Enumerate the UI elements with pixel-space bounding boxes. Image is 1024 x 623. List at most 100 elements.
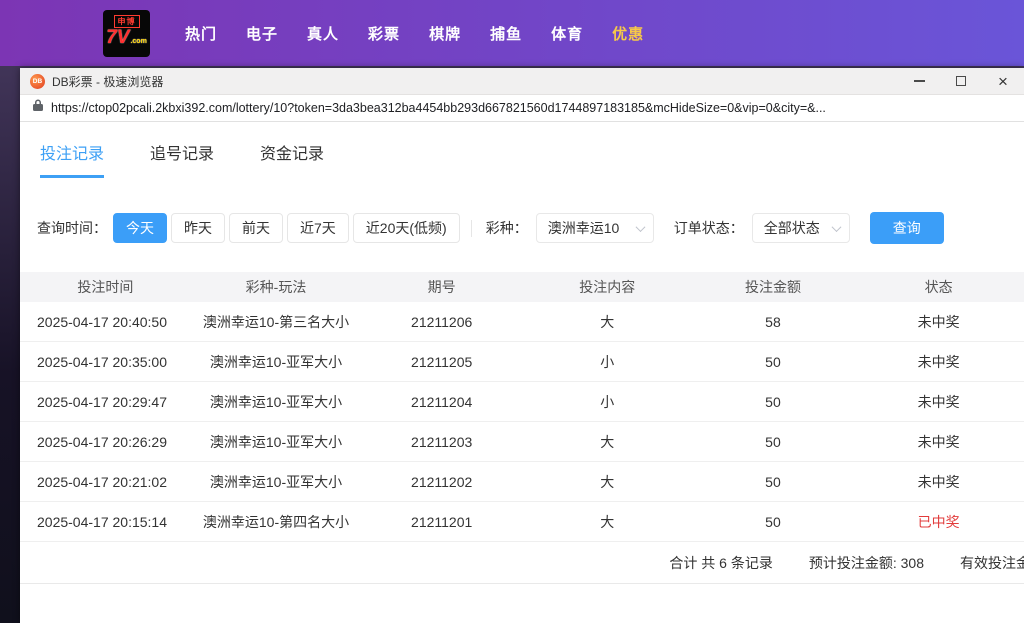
- favicon-icon: DB: [30, 73, 45, 89]
- screen: 申博 7V.com 热门 电子 真人 彩票 棋牌 捕鱼 体育 优惠 DB DB彩票 - 极速浏…: [0, 0, 1024, 623]
- cell-status: 未中奖: [917, 393, 960, 410]
- cell-status: 未中奖: [917, 313, 960, 330]
- time-filter-button[interactable]: 前天: [229, 213, 283, 243]
- nav-item-label: 热门: [185, 25, 218, 43]
- filter-bar: 查询时间： 今天 昨天 前天 近7天 近20天(低频) 彩种： 澳洲幸运10 订单状态：…: [37, 212, 1024, 244]
- cell-bet-time: 2025-04-17 20:35:00: [37, 353, 167, 370]
- lottery-select[interactable]: 澳洲幸运10: [535, 213, 654, 243]
- minimize-icon: [913, 80, 925, 82]
- cell-status: 未中奖: [917, 473, 960, 490]
- cell-bet-content: 大: [600, 313, 615, 330]
- nav-item-label: 体育: [551, 25, 584, 43]
- cell-bet-amount: 50: [765, 513, 781, 530]
- address-bar[interactable]: https://ctop02pcali.2kbxi392.com/lottery…: [20, 95, 1024, 122]
- cell-game-play: 澳洲幸运10-第四名大小: [202, 513, 350, 530]
- nav-item[interactable]: 体育: [551, 23, 583, 44]
- table-row: 2025-04-17 20:29:47 澳洲幸运10-亚军大小 21211204…: [20, 382, 1024, 422]
- site-logo[interactable]: 申博 7V.com: [103, 9, 150, 57]
- nav-item[interactable]: 优惠: [612, 23, 644, 44]
- time-filter-button[interactable]: 近7天: [287, 213, 349, 243]
- nav-item[interactable]: 捕鱼: [490, 23, 522, 44]
- chevron-down-icon: [635, 221, 646, 232]
- nav-item-label: 捕鱼: [490, 25, 523, 43]
- cell-bet-amount: 50: [765, 473, 781, 490]
- table-row: 2025-04-17 20:15:14 澳洲幸运10-第四名大小 2121120…: [20, 502, 1024, 542]
- browser-window: DB DB彩票 - 极速浏览器 × https://ctop02pcali.2k…: [20, 68, 1024, 623]
- cell-bet-amount: 50: [765, 433, 781, 450]
- record-tab[interactable]: 投注记录: [40, 140, 105, 178]
- nav-item-label: 棋牌: [429, 25, 462, 43]
- cell-issue-number: 21211201: [411, 513, 473, 530]
- table-header-cell: 投注金额: [744, 279, 801, 295]
- chevron-down-icon: [831, 221, 842, 232]
- page-content: 投注记录 追号记录 资金记录 查询时间： 今天 昨天 前天 近7天 近20天(低频) 彩种：…: [20, 122, 1024, 623]
- close-button[interactable]: ×: [982, 68, 1024, 94]
- cell-bet-time: 2025-04-17 20:15:14: [37, 513, 167, 530]
- cell-bet-amount: 50: [765, 353, 781, 370]
- nav-item-label: 真人: [307, 25, 340, 43]
- browser-titlebar: DB DB彩票 - 极速浏览器 ×: [20, 68, 1024, 95]
- nav-item-label: 彩票: [368, 25, 401, 43]
- nav-item-label: 优惠: [612, 25, 645, 43]
- time-filter-button[interactable]: 今天: [113, 213, 167, 243]
- cell-issue-number: 21211203: [411, 433, 473, 450]
- cell-game-play: 澳洲幸运10-亚军大小: [209, 353, 343, 370]
- cell-bet-content: 小: [600, 393, 615, 410]
- time-filter-button[interactable]: 昨天: [171, 213, 225, 243]
- time-filter-button[interactable]: 近20天(低频): [352, 213, 460, 243]
- table-row: 2025-04-17 20:26:29 澳洲幸运10-亚军大小 21211203…: [20, 422, 1024, 462]
- nav-item[interactable]: 真人: [307, 23, 339, 44]
- cell-status: 已中奖: [917, 513, 960, 530]
- order-status-filter-label: 订单状态：: [673, 220, 744, 236]
- cell-status: 未中奖: [917, 433, 960, 450]
- table-header-cell: 期号: [427, 279, 456, 295]
- order-status-select[interactable]: 全部状态: [751, 213, 850, 243]
- table-header-row: 投注时间 彩种-玩法 期号 投注内容 投注金额 状态: [20, 272, 1024, 302]
- cell-bet-content: 大: [600, 473, 615, 490]
- lottery-filter-label: 彩种：: [485, 220, 528, 236]
- window-title: DB彩票 - 极速浏览器: [52, 74, 164, 89]
- cell-game-play: 澳洲幸运10-第三名大小: [202, 313, 350, 330]
- summary-item: 有效投注金: [960, 554, 1024, 571]
- record-tabs: 投注记录 追号记录 资金记录: [20, 122, 1024, 178]
- summary-item: 合计 共 6 条记录: [669, 554, 773, 571]
- bet-record-table: 投注时间 彩种-玩法 期号 投注内容 投注金额 状态 2025-04-17 20:40:5…: [20, 272, 1024, 542]
- cell-bet-content: 大: [600, 513, 615, 530]
- table-header-cell: 投注时间: [77, 279, 134, 295]
- summary-item: 预计投注金额: 308: [808, 554, 924, 571]
- table-row: 2025-04-17 20:21:02 澳洲幸运10-亚军大小 21211202…: [20, 462, 1024, 502]
- cell-bet-time: 2025-04-17 20:26:29: [37, 433, 167, 450]
- cell-bet-content: 小: [600, 353, 615, 370]
- maximize-icon: [956, 76, 966, 86]
- filter-divider: [470, 219, 472, 237]
- record-tab[interactable]: 追号记录: [150, 140, 214, 178]
- nav-item[interactable]: 彩票: [368, 23, 400, 44]
- nav-item-label: 电子: [246, 25, 279, 43]
- cell-issue-number: 21211205: [411, 353, 473, 370]
- cell-bet-time: 2025-04-17 20:21:02: [37, 473, 167, 490]
- search-button[interactable]: 查询: [869, 212, 944, 244]
- cell-issue-number: 21211204: [411, 393, 473, 410]
- close-icon: ×: [998, 71, 1008, 91]
- cell-game-play: 澳洲幸运10-亚军大小: [209, 473, 343, 490]
- table-body: 2025-04-17 20:40:50 澳洲幸运10-第三名大小 2121120…: [20, 302, 1024, 542]
- site-header: 申博 7V.com 热门 电子 真人 彩票 棋牌 捕鱼 体育 优惠: [0, 0, 1024, 66]
- lottery-select-value: 澳洲幸运10: [547, 220, 620, 236]
- lock-icon: [33, 99, 43, 117]
- cell-status: 未中奖: [917, 353, 960, 370]
- nav-item[interactable]: 热门: [185, 23, 217, 44]
- window-controls: ×: [898, 68, 1024, 94]
- nav-item[interactable]: 棋牌: [429, 23, 461, 44]
- table-header-cell: 投注内容: [579, 279, 636, 295]
- maximize-button[interactable]: [940, 68, 982, 94]
- record-tab[interactable]: 资金记录: [260, 140, 324, 178]
- time-filter-label: 查询时间：: [37, 220, 107, 236]
- logo-main-text: 7V.com: [106, 27, 147, 48]
- table-row: 2025-04-17 20:35:00 澳洲幸运10-亚军大小 21211205…: [20, 342, 1024, 382]
- cell-game-play: 澳洲幸运10-亚军大小: [209, 433, 343, 450]
- cell-issue-number: 21211206: [411, 313, 473, 330]
- cell-bet-time: 2025-04-17 20:40:50: [37, 313, 167, 330]
- minimize-button[interactable]: [898, 68, 940, 94]
- nav-item[interactable]: 电子: [246, 23, 278, 44]
- cell-game-play: 澳洲幸运10-亚军大小: [209, 393, 343, 410]
